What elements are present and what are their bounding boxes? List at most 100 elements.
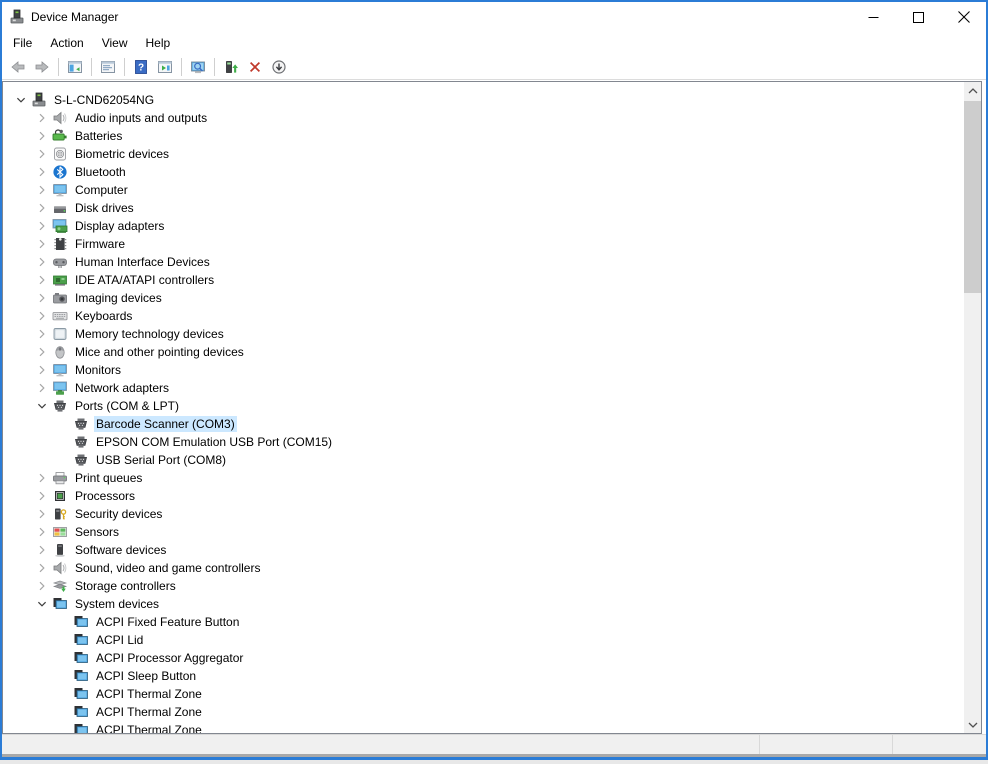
tree-row[interactable]: IDE ATA/ATAPI controllers [3, 271, 964, 289]
tree-row[interactable]: Disk drives [3, 199, 964, 217]
expand-chevron-icon[interactable] [34, 290, 50, 306]
expand-chevron-icon[interactable] [34, 164, 50, 180]
menu-item-view[interactable]: View [93, 33, 137, 53]
tree-row[interactable]: EPSON COM Emulation USB Port (COM15) [3, 433, 964, 451]
tree-item-label[interactable]: ACPI Lid [94, 632, 145, 648]
collapse-chevron-icon[interactable] [13, 92, 29, 108]
tree-row[interactable]: Imaging devices [3, 289, 964, 307]
tree-row[interactable]: Human Interface Devices [3, 253, 964, 271]
tree-item-label[interactable]: Barcode Scanner (COM3) [94, 416, 237, 432]
show-console-tree-button[interactable] [64, 56, 86, 78]
expand-chevron-icon[interactable] [34, 128, 50, 144]
uninstall-device-button[interactable] [244, 56, 266, 78]
tree-row[interactable]: Monitors [3, 361, 964, 379]
tree-item-label[interactable]: Imaging devices [73, 290, 164, 306]
properties-button[interactable] [97, 56, 119, 78]
tree-row[interactable]: ACPI Lid [3, 631, 964, 649]
tree-item-label[interactable]: Security devices [73, 506, 164, 522]
tree-row[interactable]: Sound, video and game controllers [3, 559, 964, 577]
menu-item-file[interactable]: File [4, 33, 41, 53]
tree-item-label[interactable]: Display adapters [73, 218, 166, 234]
expand-chevron-icon[interactable] [34, 236, 50, 252]
tree-item-label[interactable]: ACPI Sleep Button [94, 668, 198, 684]
tree-row[interactable]: System devices [3, 595, 964, 613]
tree-row[interactable]: Computer [3, 181, 964, 199]
tree-row[interactable]: Mice and other pointing devices [3, 343, 964, 361]
expand-chevron-icon[interactable] [34, 308, 50, 324]
update-driver-button[interactable] [220, 56, 242, 78]
tree-item-label[interactable]: Human Interface Devices [73, 254, 212, 270]
expand-chevron-icon[interactable] [34, 200, 50, 216]
tree-item-label[interactable]: Processors [73, 488, 137, 504]
expand-chevron-icon[interactable] [34, 362, 50, 378]
tree-item-label[interactable]: Monitors [73, 362, 123, 378]
disable-device-button[interactable] [268, 56, 290, 78]
tree-row[interactable]: ACPI Sleep Button [3, 667, 964, 685]
tree-item-label[interactable]: Batteries [73, 128, 124, 144]
tree-row[interactable]: Network adapters [3, 379, 964, 397]
expand-chevron-icon[interactable] [34, 578, 50, 594]
tree-item-label[interactable]: S-L-CND62054NG [52, 92, 156, 108]
minimize-button[interactable] [851, 2, 896, 32]
tree-item-label[interactable]: ACPI Thermal Zone [94, 722, 204, 733]
tree-row[interactable]: Audio inputs and outputs [3, 109, 964, 127]
tree-row[interactable]: Display adapters [3, 217, 964, 235]
tree-item-label[interactable]: Network adapters [73, 380, 171, 396]
tree-row[interactable]: Barcode Scanner (COM3) [3, 415, 964, 433]
tree-item-label[interactable]: Keyboards [73, 308, 134, 324]
tree-item-label[interactable]: Computer [73, 182, 130, 198]
expand-chevron-icon[interactable] [34, 470, 50, 486]
tree-row[interactable]: Memory technology devices [3, 325, 964, 343]
tree-row[interactable]: Processors [3, 487, 964, 505]
forward-button[interactable] [31, 56, 53, 78]
expand-chevron-icon[interactable] [34, 272, 50, 288]
tree-item-label[interactable]: ACPI Thermal Zone [94, 686, 204, 702]
menu-item-help[interactable]: Help [137, 33, 180, 53]
expand-chevron-icon[interactable] [34, 326, 50, 342]
tree-row[interactable]: ACPI Processor Aggregator [3, 649, 964, 667]
expand-chevron-icon[interactable] [34, 254, 50, 270]
expand-chevron-icon[interactable] [34, 542, 50, 558]
menu-item-action[interactable]: Action [41, 33, 92, 53]
tree-item-label[interactable]: Sensors [73, 524, 121, 540]
expand-chevron-icon[interactable] [34, 344, 50, 360]
tree-item-label[interactable]: ACPI Processor Aggregator [94, 650, 245, 666]
scroll-up-button[interactable] [964, 82, 981, 99]
scroll-down-button[interactable] [964, 716, 981, 733]
tree-row[interactable]: Bluetooth [3, 163, 964, 181]
tree-row[interactable]: Firmware [3, 235, 964, 253]
tree-item-label[interactable]: Bluetooth [73, 164, 128, 180]
tree-row[interactable]: ACPI Thermal Zone [3, 685, 964, 703]
close-button[interactable] [941, 2, 986, 32]
tree-row[interactable]: Storage controllers [3, 577, 964, 595]
tree-item-label[interactable]: Software devices [73, 542, 168, 558]
tree-row[interactable]: ACPI Fixed Feature Button [3, 613, 964, 631]
expand-chevron-icon[interactable] [34, 146, 50, 162]
tree-row[interactable]: Batteries [3, 127, 964, 145]
tree-item-label[interactable]: Ports (COM & LPT) [73, 398, 181, 414]
tree-item-label[interactable]: Mice and other pointing devices [73, 344, 246, 360]
tree-row[interactable]: Ports (COM & LPT) [3, 397, 964, 415]
tree-row[interactable]: Keyboards [3, 307, 964, 325]
collapse-chevron-icon[interactable] [34, 596, 50, 612]
expand-chevron-icon[interactable] [34, 182, 50, 198]
tree-item-label[interactable]: ACPI Thermal Zone [94, 704, 204, 720]
tree-item-label[interactable]: ACPI Fixed Feature Button [94, 614, 241, 630]
tree-row[interactable]: ACPI Thermal Zone [3, 703, 964, 721]
tree-item-label[interactable]: System devices [73, 596, 161, 612]
expand-chevron-icon[interactable] [34, 380, 50, 396]
vertical-scrollbar[interactable] [964, 82, 981, 733]
tree-row[interactable]: S-L-CND62054NG [3, 91, 964, 109]
tree-item-label[interactable]: IDE ATA/ATAPI controllers [73, 272, 216, 288]
expand-chevron-icon[interactable] [34, 560, 50, 576]
expand-chevron-icon[interactable] [34, 488, 50, 504]
tree-row[interactable]: Software devices [3, 541, 964, 559]
tree-row[interactable]: Sensors [3, 523, 964, 541]
tree-item-label[interactable]: Print queues [73, 470, 144, 486]
tree-item-label[interactable]: Sound, video and game controllers [73, 560, 262, 576]
back-button[interactable] [7, 56, 29, 78]
tree-row[interactable]: Print queues [3, 469, 964, 487]
tree-row[interactable]: ACPI Thermal Zone [3, 721, 964, 733]
collapse-chevron-icon[interactable] [34, 398, 50, 414]
tree-row[interactable]: Biometric devices [3, 145, 964, 163]
